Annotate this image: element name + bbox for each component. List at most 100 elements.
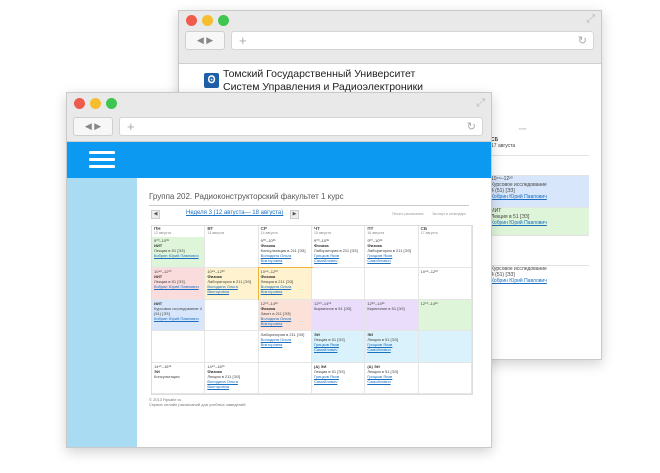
minimize-window-button[interactable] [202, 15, 213, 26]
cell-link[interactable]: Кобрин Юрий Павлович [154, 253, 202, 258]
cell-link[interactable]: Володина Ольга Викторовна [207, 284, 255, 294]
expand-icon[interactable]: ⤢ [586, 13, 595, 26]
cell-link[interactable]: Кобрин Юрий Павлович [154, 316, 202, 321]
schedule-content: Группа 202. Радиоконструкторский факульт… [137, 178, 491, 447]
schedule-cell[interactable]: 10⁴⁵–12²⁰ ИИТ Лекция в 51 [ЭЗ] Кобрин Юрий … [152, 268, 206, 300]
cell-link[interactable]: Володина Ольга Викторовна [261, 284, 309, 294]
schedule-grid: ПН 12 августа ВТ 13 августа СР 14 августа ЧТ 15… [151, 225, 473, 395]
cell-link[interactable]: Володина Ольга Викторовна [261, 316, 309, 326]
group-title: Группа 202. Радиоконструкторский факульт… [149, 192, 344, 201]
cell-link[interactable]: Володина Ольга Викторовна [261, 253, 309, 263]
schedule-cell[interactable]: 12⁵⁰–14²⁵ Кирпичное в 51 [ЭЗ] [365, 299, 419, 332]
cell-link[interactable]: Грицков Яков Самойлович [367, 253, 415, 263]
schedule-cell[interactable]: 14⁴⁰–16¹⁵ Физика Лекция в 211 [ЭЗ] Володина… [205, 362, 259, 394]
cell-link[interactable]: Грицков Яков Самойлович [314, 342, 362, 352]
logo-icon: Ꙩ [204, 73, 219, 88]
cell-link[interactable]: Кобрин Юрий Павлович [154, 284, 202, 289]
maximize-window-button[interactable] [218, 15, 229, 26]
cell-link[interactable]: Грицков Яков Самойлович [314, 374, 362, 384]
cell-link[interactable]: Кобрин Юрий Павлович [491, 220, 589, 226]
schedule-cell[interactable]: ЭИ Лекция в 51 [ЭЗ] Грицков Яков Самойлови… [312, 331, 366, 363]
title-divider [149, 205, 469, 206]
schedule-cell[interactable] [418, 237, 472, 269]
schedule-cell[interactable] [205, 331, 259, 363]
schedule-cell[interactable]: Лаборатория в 211 [ЭЗ] Володина Ольга Вик… [258, 331, 312, 363]
cell-time: 12⁵⁰–14²⁵ [420, 300, 439, 306]
footer-tagline: Сервис онлайн расписаний для учебных зав… [149, 402, 246, 407]
cell-text: Кирпичное в 51 [ЭЗ] [314, 305, 352, 311]
schedule-cell[interactable] [205, 237, 259, 269]
schedule-cell[interactable]: 9⁰⁰–10³⁵ Физика Лаборатория в 211 [ЭЗ] Гриц… [312, 237, 366, 269]
schedule-cell[interactable]: 12⁵⁰–14²⁵ Кирпичное в 51 [ЭЗ] [312, 299, 366, 332]
day-header: ПН 12 августа [152, 226, 206, 237]
back-arrow-icon[interactable]: ◀ [85, 121, 92, 131]
cell-link[interactable]: Володина Ольга Викторовна [207, 379, 255, 389]
schedule-cell[interactable]: ИИТ Курсовое исследование 4 (51) [ЭЗ] Кобр… [152, 299, 206, 332]
schedule-cell[interactable] [418, 331, 472, 363]
week-link[interactable]: Неделя 3 (12 августа— 18 августа) [186, 210, 283, 216]
back-schedule-cell [491, 235, 589, 266]
prev-week-button[interactable]: ◀ [151, 210, 160, 219]
close-window-button[interactable] [74, 98, 85, 109]
day-header: ЧТ 15 августа [312, 226, 366, 237]
export-calendar-link[interactable]: Экспорт в календарь [432, 212, 466, 216]
front-browser-toolbar: ◀ ▶ + ↻ ⤢ [67, 93, 491, 142]
day-header: ВТ 13 августа [205, 226, 259, 237]
schedule-cell[interactable]: 9⁰⁰–10³⁵ Физика Консультация в 211 [ЭЗ] Вол… [258, 237, 312, 269]
day-date: 13 августа [207, 231, 225, 235]
day-date: 14 августа [260, 231, 278, 235]
forward-arrow-icon[interactable]: ▶ [94, 121, 101, 131]
day-date: 15 августа [314, 231, 331, 235]
day-date: 17 августа [420, 231, 438, 235]
schedule-cell[interactable]: 14⁴⁰–16¹⁵ ЭИ Консультация [152, 362, 206, 394]
schedule-cell[interactable]: 10⁴⁵–12²⁰ Физика Лаборатория в 211 [ЭЗ] Вол… [205, 268, 259, 300]
schedule-cell[interactable]: 9⁰⁰–10³⁵ ИИТ Лекция в 51 [ЭЗ] Кобрин Юрий П… [152, 237, 206, 269]
plus-icon[interactable]: + [127, 119, 135, 134]
day-header: ПТ 16 августа [365, 226, 419, 237]
back-forward-buttons[interactable]: ◀ ▶ [185, 31, 225, 50]
university-name: Томский Государственный Университет Сист… [223, 68, 423, 94]
schedule-cell[interactable] [365, 268, 419, 300]
cell-link[interactable]: Кобрин Юрий Павлович [491, 278, 589, 284]
schedule-cell[interactable]: (А) ЭИ Лекция в 51 [ЭЗ] Грицков Яков Самой… [312, 362, 366, 394]
back-browser-toolbar: ◀ ▶ + ↻ ⤢ [179, 11, 601, 64]
cell-link[interactable]: Володина Ольга Викторовна [261, 337, 309, 347]
back-forward-buttons[interactable]: ◀ ▶ [73, 117, 113, 136]
plus-icon[interactable]: + [239, 33, 247, 48]
schedule-cell[interactable]: 10⁴⁵–12²⁰ Физика Лекция в 211 [ЭЗ] Володина… [257, 267, 313, 301]
schedule-cell[interactable] [258, 362, 312, 394]
day-date: 12 августа [154, 231, 171, 235]
cell-link[interactable]: Грицков Яков Самойлович [367, 374, 415, 384]
university-line-1: Томский Государственный Университет [223, 68, 416, 80]
back-day-date: 17 августа [491, 143, 516, 149]
address-bar[interactable]: + ↻ [231, 31, 594, 50]
cell-link[interactable]: Грицков Яков Самойлович [314, 253, 362, 263]
schedule-cell[interactable]: (А) ЭИ Лекция в 51 [ЭЗ] Грицков Яков Самой… [365, 362, 419, 394]
schedule-cell[interactable]: 12⁵⁰–14²⁵ [418, 299, 472, 332]
schedule-cell[interactable] [312, 268, 366, 300]
back-day-header: СБ 17 августа [491, 137, 589, 155]
expand-icon[interactable]: ⤢ [476, 97, 485, 110]
schedule-cell[interactable]: 9⁰⁰–10³⁵ Физика Лаборатория в 211 [ЭЗ] Гриц… [365, 237, 419, 269]
maximize-window-button[interactable] [106, 98, 117, 109]
back-arrow-icon[interactable]: ◀ [197, 35, 204, 45]
schedule-cell[interactable]: 10⁴⁵–12²⁰ [418, 268, 472, 300]
reload-icon[interactable]: ↻ [467, 120, 476, 133]
address-bar[interactable]: + ↻ [119, 117, 483, 136]
schedule-cell[interactable] [418, 362, 472, 394]
back-toolbar-hint: ▪▪▪▪▪▪ [519, 127, 527, 131]
cell-link[interactable]: Кобрин Юрий Павлович [491, 194, 589, 200]
next-week-button[interactable]: ▶ [290, 210, 299, 219]
schedule-cell[interactable]: ЭИ Лекция в 51 [ЭЗ] Грицков Яков Самойлови… [365, 331, 419, 363]
reload-icon[interactable]: ↻ [578, 34, 587, 47]
schedule-cell[interactable] [152, 331, 206, 363]
close-window-button[interactable] [186, 15, 197, 26]
forward-arrow-icon[interactable]: ▶ [206, 35, 213, 45]
back-schedule-cell: ИИТ Лекция в 51 [ЭЗ] Кобрин Юрий Павлович [491, 207, 589, 236]
schedule-cell[interactable] [205, 299, 259, 332]
cell-link[interactable]: Грицков Яков Самойлович [367, 342, 415, 352]
day-header: СБ 17 августа [419, 226, 472, 237]
minimize-window-button[interactable] [90, 98, 101, 109]
schedule-cell[interactable]: 12⁵⁰–14²⁵ Физика Зачет в 211 [ЭЗ] Володина … [258, 299, 312, 332]
print-schedule-link[interactable]: Печать расписания [392, 212, 423, 216]
